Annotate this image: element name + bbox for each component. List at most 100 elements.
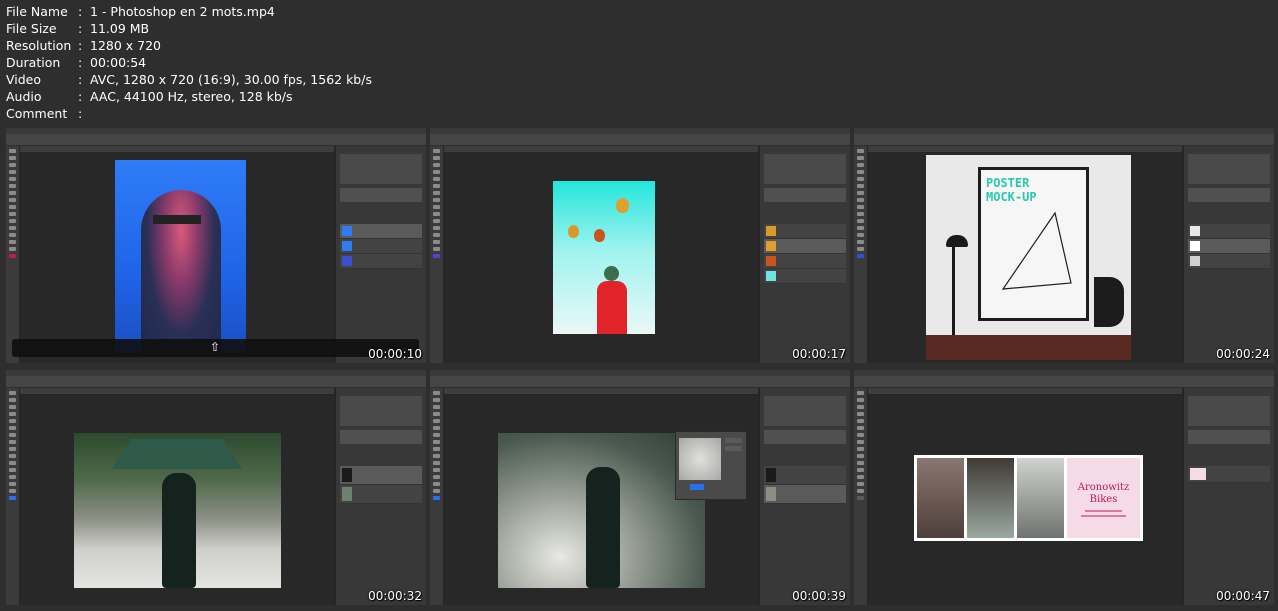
file-name-value: 1 - Photoshop en 2 mots.mp4 xyxy=(90,4,275,19)
video-value: AVC, 1280 x 720 (16:9), 30.00 fps, 1562 … xyxy=(90,72,372,87)
filter-preview xyxy=(679,438,721,480)
bike-photo-3 xyxy=(1017,458,1064,538)
brand-title-line2: Bikes xyxy=(1089,494,1118,505)
ps-toolbar xyxy=(430,388,443,605)
file-size-value: 11.09 MB xyxy=(90,21,150,36)
ps-toolbar xyxy=(6,388,19,605)
blurred-park-photo xyxy=(498,433,705,588)
ps-options-bar xyxy=(854,134,1274,146)
thumbnail-timestamp: 00:00:39 xyxy=(792,589,846,603)
thumbnail-timestamp: 00:00:32 xyxy=(368,589,422,603)
ps-toolbar xyxy=(854,146,867,363)
brand-tagline xyxy=(1081,515,1126,517)
brand-panel: Aronowitz Bikes xyxy=(1067,458,1140,538)
desk xyxy=(926,335,1131,360)
poster-frame: POSTER MOCK-UP xyxy=(978,167,1089,321)
layer-row[interactable] xyxy=(340,254,422,269)
thumbnail-timestamp: 00:00:24 xyxy=(1216,347,1270,361)
woman-figure xyxy=(586,467,620,588)
info-row-file-name: File Name:1 - Photoshop en 2 mots.mp4 xyxy=(6,4,275,19)
layer-row[interactable] xyxy=(764,239,846,254)
layer-row[interactable] xyxy=(1188,254,1270,269)
glitch-bar xyxy=(153,215,201,224)
ps-document-tabs xyxy=(20,388,334,394)
layer-row[interactable] xyxy=(1188,224,1270,239)
info-row-file-size: File Size:11.09 MB xyxy=(6,21,150,36)
info-row-video: Video: AVC, 1280 x 720 (16:9), 30.00 fps,… xyxy=(6,72,372,87)
layer-row[interactable] xyxy=(340,485,422,504)
layer-row[interactable] xyxy=(764,224,846,239)
share-icon[interactable]: ⇧ xyxy=(210,340,220,354)
info-row-duration: Duration:00:00:54 xyxy=(6,55,147,70)
ps-options-bar xyxy=(430,376,850,388)
portrait-artwork xyxy=(115,160,246,353)
ps-panels xyxy=(760,388,850,605)
letter-b xyxy=(1094,277,1124,327)
thumbnail-5[interactable]: 00:00:39 xyxy=(430,370,850,605)
layer-row[interactable] xyxy=(764,269,846,284)
filter-dialog xyxy=(675,431,747,500)
resolution-value: 1280 x 720 xyxy=(90,38,162,53)
layer-row[interactable] xyxy=(340,224,422,239)
poster-title-line1: POSTER xyxy=(986,176,1030,190)
balloon xyxy=(616,198,629,213)
ps-panels xyxy=(760,146,850,363)
thumbnail-4[interactable]: 00:00:32 xyxy=(6,370,426,605)
poster-mockup-artwork: POSTER MOCK-UP xyxy=(926,155,1131,360)
file-info: File Name:1 - Photoshop en 2 mots.mp4 Fi… xyxy=(6,3,372,122)
ps-panels xyxy=(336,146,426,363)
thumbnail-timestamp: 00:00:47 xyxy=(1216,589,1270,603)
thumbnail-timestamp: 00:00:10 xyxy=(368,347,422,361)
thumbnail-6[interactable]: Aronowitz Bikes 00:00:47 xyxy=(854,370,1274,605)
layer-row[interactable] xyxy=(340,239,422,254)
ps-options-bar xyxy=(430,134,850,146)
poster-triangle xyxy=(1001,211,1072,290)
thumbnail-1[interactable]: ⇧ 00:00:10 xyxy=(6,128,426,363)
player-controls-bar[interactable]: ⇧ xyxy=(12,339,419,357)
person-red-backpack xyxy=(597,281,627,334)
info-row-audio: Audio: AAC, 44100 Hz, stereo, 128 kb/s xyxy=(6,89,293,104)
layer-row[interactable] xyxy=(1188,466,1270,483)
balloon-artwork xyxy=(553,181,655,334)
ps-canvas xyxy=(444,153,758,363)
balloon xyxy=(568,225,579,238)
thumbnail-timestamp: 00:00:17 xyxy=(792,347,846,361)
thumbnail-2[interactable]: 00:00:17 xyxy=(430,128,850,363)
ps-options-bar xyxy=(854,376,1274,388)
cancel-button[interactable] xyxy=(725,446,742,451)
ps-document-tabs xyxy=(20,146,334,152)
person-head xyxy=(604,266,619,281)
radius-field[interactable] xyxy=(690,484,704,490)
ps-options-bar xyxy=(6,376,426,388)
bike-photo-1 xyxy=(917,458,964,538)
ps-canvas: Aronowitz Bikes xyxy=(868,395,1182,605)
ps-canvas: POSTER MOCK-UP xyxy=(868,153,1182,363)
layer-row[interactable] xyxy=(764,466,846,485)
ps-toolbar xyxy=(6,146,19,363)
layer-row[interactable] xyxy=(1188,239,1270,254)
ps-document-tabs xyxy=(868,388,1182,394)
ps-toolbar xyxy=(854,388,867,605)
ok-button[interactable] xyxy=(725,438,742,443)
ps-panels xyxy=(1184,388,1274,605)
bike-photo-2 xyxy=(967,458,1014,538)
poster-title-line2: MOCK-UP xyxy=(986,190,1037,204)
ps-canvas xyxy=(444,395,758,605)
ps-panels xyxy=(336,388,426,605)
info-row-comment: Comment: xyxy=(6,106,83,121)
ps-canvas xyxy=(20,395,334,605)
audio-value: AAC, 44100 Hz, stereo, 128 kb/s xyxy=(90,89,293,104)
woman-figure xyxy=(162,473,196,588)
thumbnail-3[interactable]: POSTER MOCK-UP 00:00:24 xyxy=(854,128,1274,363)
layer-row[interactable] xyxy=(764,485,846,504)
layer-row[interactable] xyxy=(340,466,422,485)
ps-document-tabs xyxy=(444,146,758,152)
brand-tagline xyxy=(1085,510,1122,512)
bikes-banner: Aronowitz Bikes xyxy=(914,455,1143,541)
layer-row[interactable] xyxy=(764,254,846,269)
desk-lamp xyxy=(946,235,968,247)
ps-panels xyxy=(1184,146,1274,363)
gazebo-roof xyxy=(112,439,242,469)
brand-title-line1: Aronowitz xyxy=(1077,482,1130,493)
ps-options-bar xyxy=(6,134,426,146)
